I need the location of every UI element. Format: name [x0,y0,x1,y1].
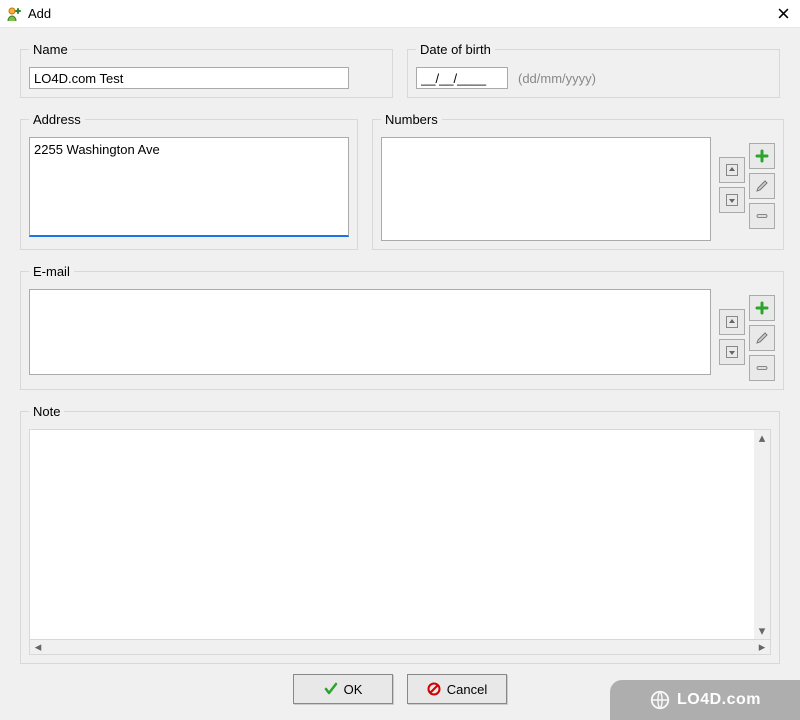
dob-group: Date of birth (dd/mm/yyyy) [407,42,780,98]
pencil-icon [755,331,769,345]
note-label: Note [29,404,64,419]
numbers-add-button[interactable] [749,143,775,169]
address-group: Address 2255 Washington Ave [20,112,358,250]
cancel-button[interactable]: Cancel [407,674,507,704]
scroll-down-icon: ▾ [754,623,770,639]
address-label: Address [29,112,85,127]
minus-icon [755,361,769,375]
close-button[interactable] [772,3,794,25]
note-textarea[interactable]: ▴ ▾ [29,429,771,639]
email-move-up-button[interactable] [719,309,745,335]
email-listbox[interactable] [29,289,711,375]
check-icon [324,682,338,696]
ok-button-label: OK [344,682,363,697]
numbers-remove-button[interactable] [749,203,775,229]
scroll-left-icon: ◂ [30,639,46,655]
app-user-icon [6,6,22,22]
window-title: Add [28,6,51,21]
name-group: Name [20,42,393,98]
pencil-icon [755,179,769,193]
client-area: Name Date of birth (dd/mm/yyyy) Address … [0,28,800,720]
numbers-listbox[interactable] [381,137,711,241]
arrow-down-icon [725,345,739,359]
scroll-right-icon: ▸ [754,639,770,655]
numbers-group: Numbers [372,112,784,250]
minus-icon [755,209,769,223]
plus-icon [755,301,769,315]
plus-icon [755,149,769,163]
email-edit-button[interactable] [749,325,775,351]
dob-format-hint: (dd/mm/yyyy) [518,71,596,86]
note-vertical-scrollbar[interactable]: ▴ ▾ [754,430,770,639]
note-horizontal-scrollbar[interactable]: ◂ ▸ [29,639,771,655]
add-dialog-window: Add Name Date of birth (dd/mm/yyyy) A [0,0,800,720]
email-move-down-button[interactable] [719,339,745,365]
title-bar: Add [0,0,800,28]
arrow-up-icon [725,163,739,177]
ok-button[interactable]: OK [293,674,393,704]
email-label: E-mail [29,264,74,279]
dob-input[interactable] [416,67,508,89]
prohibit-icon [427,682,441,696]
email-group: E-mail [20,264,784,390]
name-label: Name [29,42,72,57]
cancel-button-label: Cancel [447,682,487,697]
numbers-label: Numbers [381,112,442,127]
numbers-move-down-button[interactable] [719,187,745,213]
close-icon [778,8,789,19]
scroll-up-icon: ▴ [754,430,770,446]
email-add-button[interactable] [749,295,775,321]
email-remove-button[interactable] [749,355,775,381]
dob-label: Date of birth [416,42,495,57]
numbers-move-up-button[interactable] [719,157,745,183]
arrow-up-icon [725,315,739,329]
name-input[interactable] [29,67,349,89]
arrow-down-icon [725,193,739,207]
note-group: Note ▴ ▾ ◂ ▸ [20,404,780,664]
numbers-edit-button[interactable] [749,173,775,199]
address-input[interactable]: 2255 Washington Ave [29,137,349,237]
